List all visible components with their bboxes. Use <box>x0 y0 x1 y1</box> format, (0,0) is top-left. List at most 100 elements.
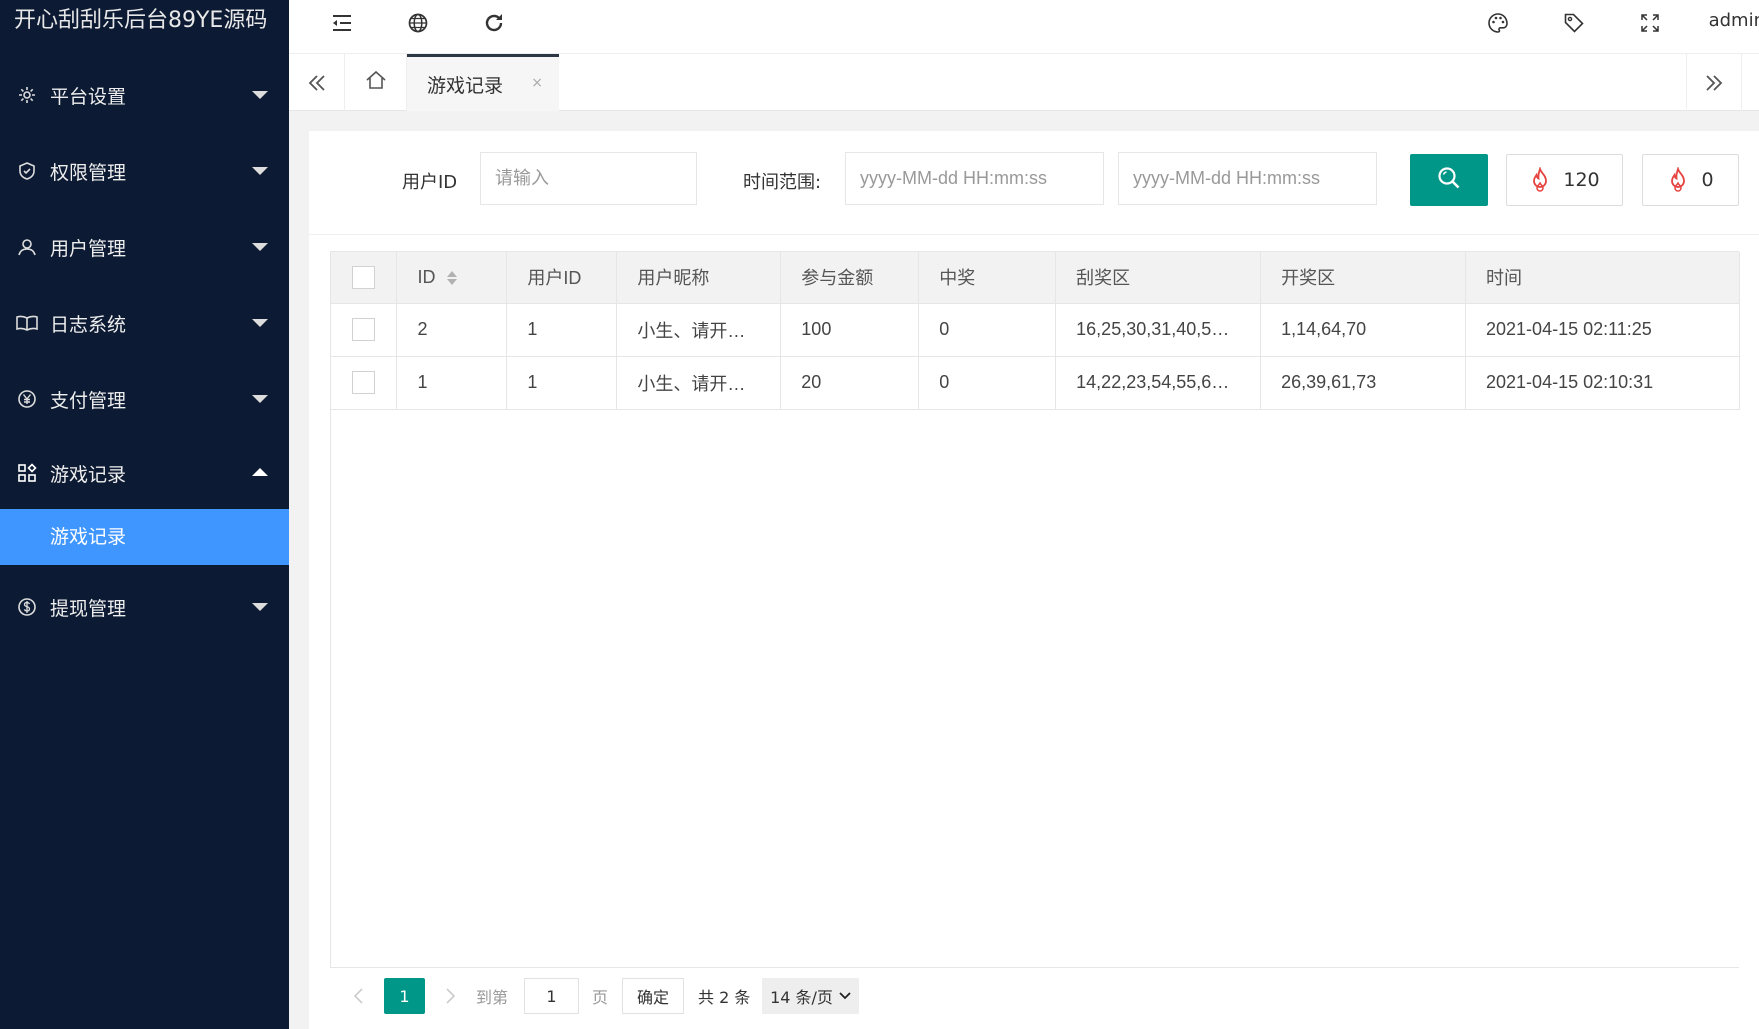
sidebar-item-payments[interactable]: 支付管理 <box>0 361 289 437</box>
globe-icon[interactable] <box>405 10 431 36</box>
fire-icon <box>1529 167 1551 193</box>
prev-page-icon[interactable] <box>348 978 368 1014</box>
sort-icon[interactable] <box>447 271 458 285</box>
column-header-draw-area: 开奖区 <box>1260 252 1467 304</box>
time-range-label: 时间范围: <box>743 172 822 193</box>
tab-scroll-right-button[interactable] <box>1686 54 1742 111</box>
row-select-cell <box>331 356 398 410</box>
cell-win: 0 <box>918 303 1057 357</box>
search-button[interactable] <box>1410 154 1488 206</box>
topbar: admin <box>289 0 1759 54</box>
page-button-current[interactable]: 1 <box>384 978 425 1014</box>
sidebar-item-permissions[interactable]: 权限管理 <box>0 133 289 209</box>
sidebar-item-users[interactable]: 用户管理 <box>0 209 289 285</box>
caret-down-icon <box>252 167 268 175</box>
cell-nickname: 小生、请开… <box>616 303 782 357</box>
user-menu[interactable]: admin <box>1709 10 1759 31</box>
dollar-icon <box>16 596 38 618</box>
refresh-icon[interactable] <box>481 10 507 36</box>
cell-id: 1 <box>396 356 508 410</box>
goto-confirm-button[interactable]: 确定 <box>622 978 684 1014</box>
total-count: 共 2 条 <box>698 988 751 1007</box>
home-icon <box>365 69 387 97</box>
row-checkbox[interactable] <box>352 318 376 341</box>
cell-userid: 1 <box>506 356 618 410</box>
shield-icon <box>16 160 38 182</box>
cell-id: 2 <box>396 303 508 357</box>
sidebar-item-game-records[interactable]: 游戏记录 <box>0 437 289 509</box>
caret-down-icon <box>252 319 268 327</box>
sidebar-item-label: 支付管理 <box>50 389 127 412</box>
records-table: ID 用户ID 用户昵称 参与金额 中奖 刮奖区 开奖区 时间 2 1 小生、请… <box>330 251 1740 1029</box>
next-page-icon[interactable] <box>441 978 461 1014</box>
tab-bar: 游戏记录 × <box>289 54 1759 111</box>
cell-nickname: 小生、请开… <box>616 356 782 410</box>
select-all-checkbox[interactable] <box>352 265 376 289</box>
table-header-row: ID 用户ID 用户昵称 参与金额 中奖 刮奖区 开奖区 时间 <box>331 252 1740 304</box>
palette-icon[interactable] <box>1485 10 1511 36</box>
cell-win: 0 <box>918 356 1057 410</box>
home-tab[interactable] <box>345 54 407 111</box>
page-size-value: 14 条/页 <box>770 988 833 1007</box>
start-time-input[interactable]: yyyy-MM-dd HH:mm:ss <box>845 152 1104 205</box>
app-logo-title: 开心刮刮乐后台89YE源码 <box>14 8 268 33</box>
caret-down-icon <box>252 91 268 99</box>
goto-page-input[interactable]: 1 <box>524 978 579 1014</box>
search-icon <box>1436 165 1462 195</box>
cell-scratch-area: 14,22,23,54,55,6… <box>1055 356 1262 410</box>
page-size-select[interactable]: 14 条/页 <box>762 978 859 1014</box>
end-time-input[interactable]: yyyy-MM-dd HH:mm:ss <box>1118 152 1377 205</box>
close-icon[interactable]: × <box>531 75 543 91</box>
caret-down-icon <box>252 243 268 251</box>
column-header-amount: 参与金额 <box>780 252 920 304</box>
cell-scratch-area: 16,25,30,31,40,5… <box>1055 303 1262 357</box>
caret-up-icon <box>252 468 268 476</box>
table-row[interactable]: 2 1 小生、请开… 100 0 16,25,30,31,40,5… 1,14,… <box>331 303 1740 357</box>
fire-count-button-1[interactable]: 120 <box>1506 154 1623 206</box>
caret-down-icon <box>252 395 268 403</box>
pagination: 1 到第 1 页 确定 共 2 条 14 条/页 <box>330 967 1739 1029</box>
fire-count-value: 120 <box>1563 169 1600 191</box>
caret-down-icon <box>252 603 268 611</box>
column-header-time: 时间 <box>1465 252 1740 304</box>
tag-icon[interactable] <box>1561 10 1587 36</box>
apps-icon <box>16 462 38 484</box>
user-icon <box>16 236 38 258</box>
column-header-userid: 用户ID <box>506 252 618 304</box>
tab-label: 游戏记录 <box>427 74 504 97</box>
tab-game-records[interactable]: 游戏记录 × <box>407 54 559 111</box>
filter-bar: 用户ID 请输入 时间范围: yyyy-MM-dd HH:mm:ss yyyy-… <box>309 131 1759 235</box>
cell-time: 2021-04-15 02:11:25 <box>1465 303 1740 357</box>
menu-fold-icon[interactable] <box>329 10 355 36</box>
sidebar-item-platform-settings[interactable]: 平台设置 <box>0 57 289 133</box>
tab-scroll-left-button[interactable] <box>289 54 345 111</box>
main-content: 用户ID 请输入 时间范围: yyyy-MM-dd HH:mm:ss yyyy-… <box>309 131 1759 1029</box>
select-all-cell <box>331 252 398 304</box>
sidebar-subitem-game-records[interactable]: 游戏记录 <box>0 509 289 565</box>
cell-amount: 20 <box>780 356 920 410</box>
sidebar-item-label: 用户管理 <box>50 237 127 260</box>
sidebar-item-label: 提现管理 <box>50 597 127 620</box>
fullscreen-icon[interactable] <box>1637 10 1663 36</box>
row-checkbox[interactable] <box>352 371 376 394</box>
sidebar-item-label: 权限管理 <box>50 161 127 184</box>
cell-userid: 1 <box>506 303 618 357</box>
sidebar-item-withdrawals[interactable]: 提现管理 <box>0 569 289 645</box>
sidebar-item-logs[interactable]: 日志系统 <box>0 285 289 361</box>
sidebar-item-label: 平台设置 <box>50 85 127 108</box>
page-label: 页 <box>592 988 609 1007</box>
userid-label: 用户ID <box>402 172 458 193</box>
cell-time: 2021-04-15 02:10:31 <box>1465 356 1740 410</box>
sidebar-item-label: 游戏记录 <box>50 463 127 486</box>
sidebar-item-label: 日志系统 <box>50 313 127 336</box>
row-select-cell <box>331 303 398 357</box>
column-header-id[interactable]: ID <box>396 252 508 304</box>
table-row[interactable]: 1 1 小生、请开… 20 0 14,22,23,54,55,6… 26,39,… <box>331 356 1740 410</box>
fire-count-button-2[interactable]: 0 <box>1642 154 1739 206</box>
fire-icon <box>1667 167 1689 193</box>
userid-input[interactable]: 请输入 <box>480 152 697 205</box>
sidebar: 开心刮刮乐后台89YE源码 平台设置 权限管理 用户管理 日志系统 支付管理 游… <box>0 0 289 1029</box>
sidebar-menu: 平台设置 权限管理 用户管理 日志系统 支付管理 游戏记录 游戏记录 提现管理 <box>0 57 289 645</box>
column-header-nickname: 用户昵称 <box>616 252 782 304</box>
book-icon <box>16 312 38 334</box>
